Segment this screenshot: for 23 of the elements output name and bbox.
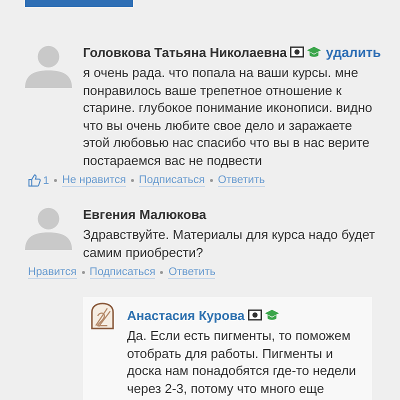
comment-text: Здравствуйте. Материалы для курса надо будет самим приобрести? xyxy=(83,226,375,261)
action-link[interactable]: Подписаться xyxy=(90,266,156,279)
separator-dot xyxy=(54,179,58,182)
author-name: Анастасия Курова xyxy=(127,308,245,322)
action-link[interactable]: Нравится xyxy=(28,266,77,279)
comment-text: Да. Если есть пигменты, то поможем отобрать для работы. Пигменты и доска нам понадобятся где-то недели через 2-3, потому что много еще xyxy=(127,327,358,397)
author-name: Евгения Малюкова xyxy=(83,206,206,222)
author-name: Головкова Татьяна Николаевна xyxy=(83,44,287,60)
thumbs-up-icon[interactable] xyxy=(28,174,41,187)
action-link[interactable]: Подписаться xyxy=(138,174,205,187)
arch-logo-icon xyxy=(90,302,115,330)
avatar-icon xyxy=(25,43,72,88)
separator-dot xyxy=(82,271,85,274)
separator-dot xyxy=(130,179,134,182)
action-link[interactable]: Не нравится xyxy=(62,174,126,187)
action-link[interactable]: Ответить xyxy=(168,266,216,279)
separator-dot xyxy=(160,271,164,274)
action-link[interactable]: Ответить xyxy=(218,174,265,187)
comment-text: я очень рада. что попала на ваши курсы. мне понравилось ваше трепетное отношение к старине. глубокое понимание иконописи. видно что вы очень любите свое дело и заражаете этой любовью нас спасибо что вы в нас верите постараемся вас не подвести xyxy=(83,64,374,169)
separator-dot xyxy=(210,179,213,182)
avatar-icon xyxy=(25,205,72,250)
like-count: 1 xyxy=(43,174,50,186)
delete-link[interactable]: удалить xyxy=(326,44,381,60)
